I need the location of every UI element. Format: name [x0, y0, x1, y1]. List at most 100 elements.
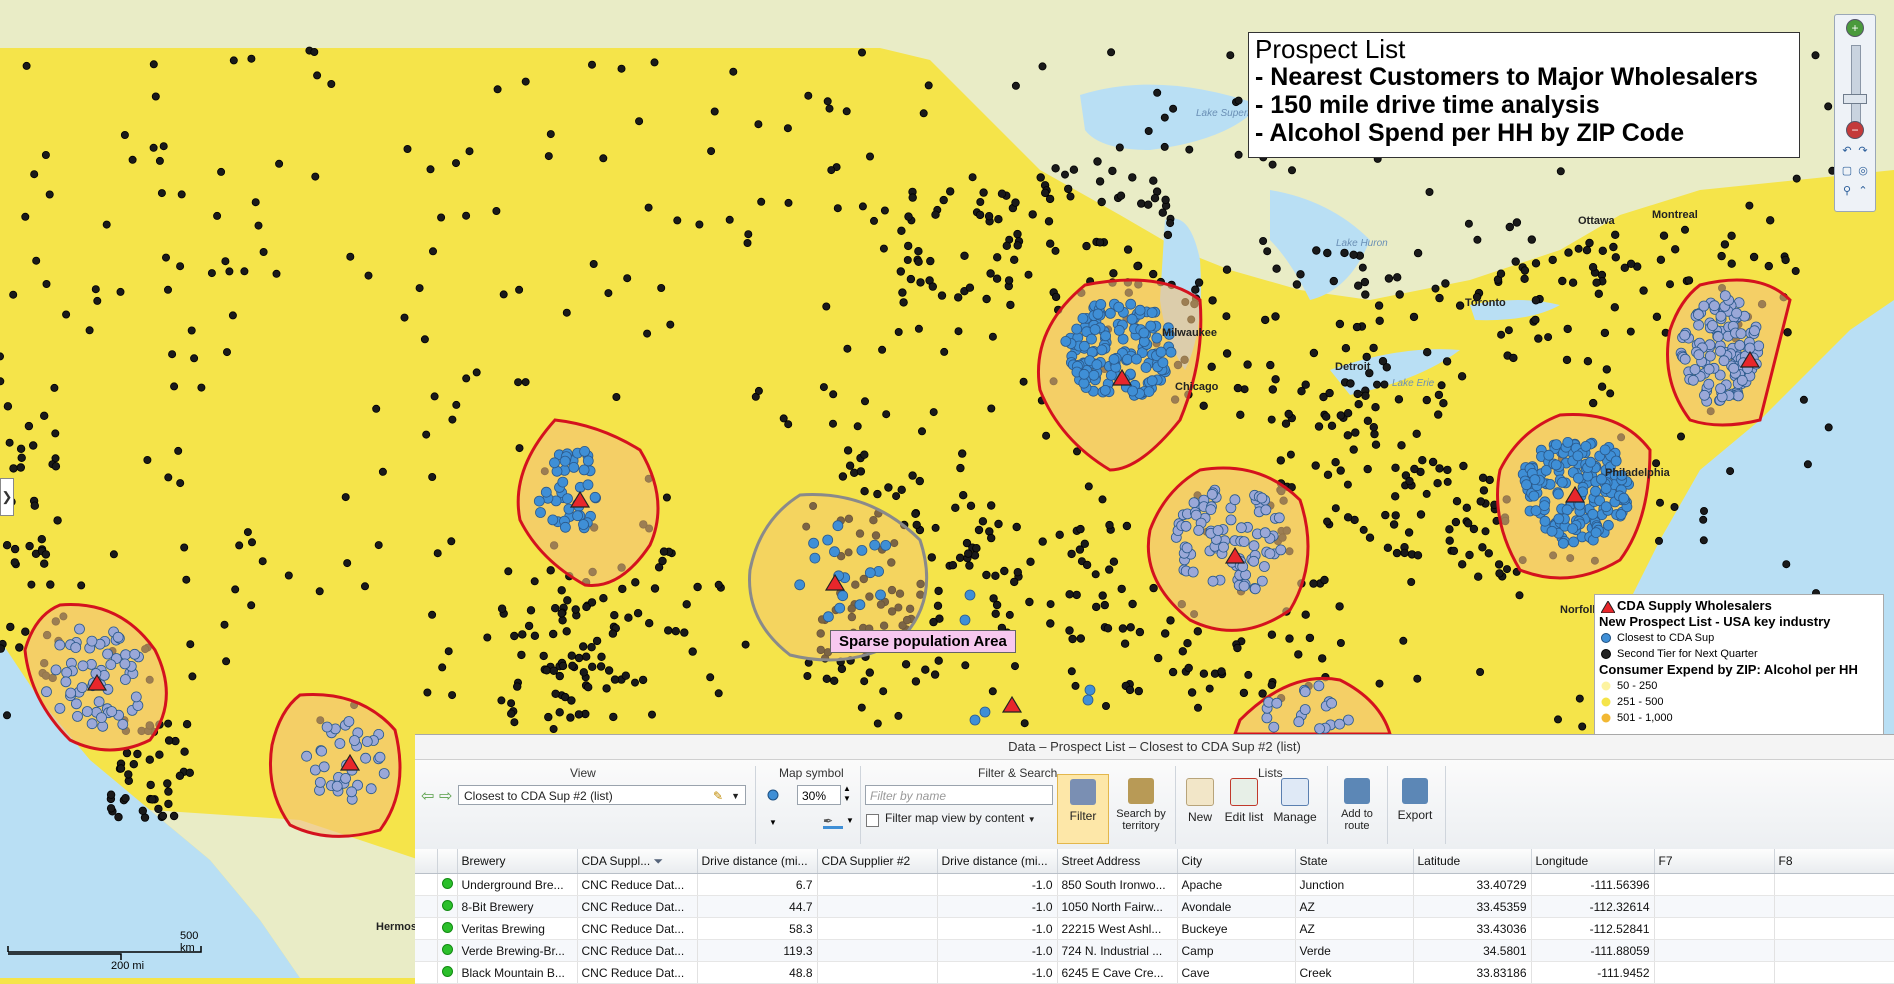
closest-prospect-dot[interactable] [1126, 313, 1138, 325]
prospect-dot[interactable] [706, 673, 715, 682]
prospect-dot[interactable] [929, 408, 938, 417]
prospect-dot[interactable] [1445, 525, 1454, 534]
prospect-dot[interactable] [1592, 278, 1601, 287]
prospect-dot[interactable] [452, 400, 461, 409]
prospect-dot[interactable] [1392, 273, 1402, 282]
closest-prospect-dot[interactable] [1165, 346, 1177, 358]
closest-prospect-dot[interactable] [1313, 680, 1325, 692]
closest-prospect-dot[interactable] [77, 660, 89, 672]
closest-prospect-dot[interactable] [1238, 580, 1250, 592]
prospect-dot[interactable] [1281, 419, 1291, 428]
prospect-dot[interactable] [1351, 428, 1360, 437]
prospect-dot[interactable] [1384, 274, 1394, 283]
prospect-dot[interactable] [908, 471, 917, 480]
prospect-dot[interactable] [993, 253, 1002, 262]
prospect-dot[interactable] [1481, 527, 1490, 536]
prospect-dot[interactable] [106, 804, 116, 813]
closest-prospect-dot[interactable] [316, 745, 328, 757]
prospect-dot[interactable] [1120, 639, 1130, 648]
prospect-dot[interactable] [1353, 389, 1362, 399]
prospect-dot[interactable] [62, 310, 71, 319]
prospect-dot[interactable] [1194, 278, 1204, 287]
prospect-dot[interactable] [1439, 399, 1448, 408]
prospect-dot[interactable] [1091, 602, 1101, 612]
prospect-dot[interactable] [1369, 343, 1378, 353]
filter-map-view-checkbox[interactable] [866, 814, 879, 827]
closest-prospect-dot[interactable] [875, 589, 886, 601]
prospect-dot[interactable] [1656, 498, 1665, 507]
prospect-dot[interactable] [1036, 173, 1045, 182]
table-cell[interactable]: Junction [1295, 873, 1414, 896]
prospect-dot[interactable] [924, 81, 933, 90]
closest-prospect-dot[interactable] [1071, 323, 1083, 335]
prospect-dot[interactable] [948, 561, 958, 570]
prospect-dot[interactable] [1361, 290, 1370, 299]
prospect-dot[interactable] [1443, 465, 1452, 475]
closest-prospect-dot[interactable] [1113, 324, 1125, 336]
closest-prospect-dot[interactable] [112, 631, 124, 643]
edit-list-button[interactable]: Edit list [1220, 774, 1268, 844]
prospect-dot[interactable] [1745, 201, 1754, 210]
prospect-dot[interactable] [1149, 176, 1158, 185]
prospect-dot[interactable] [40, 559, 49, 568]
closest-prospect-dot[interactable] [1567, 523, 1579, 534]
prospect-dot[interactable] [1068, 634, 1077, 644]
table-row[interactable]: Underground Bre... CNC Reduce Dat... 6.7 -1… [415, 873, 1894, 896]
prospect-dot[interactable] [251, 198, 260, 207]
prospect-dot[interactable] [1288, 166, 1297, 175]
prospect-dot[interactable] [882, 410, 891, 419]
closest-prospect-dot[interactable] [1157, 357, 1169, 369]
prospect-dot[interactable] [608, 629, 618, 638]
prospect-dot[interactable] [1168, 667, 1178, 677]
prospect-dot[interactable] [1297, 387, 1306, 396]
prospect-dot[interactable] [159, 142, 168, 151]
table-cell[interactable] [1654, 895, 1775, 918]
prospect-dot[interactable] [994, 519, 1003, 529]
prospect-dot[interactable] [1343, 409, 1353, 418]
prospect-dot[interactable] [1071, 681, 1080, 690]
prospect-dot[interactable] [1781, 255, 1790, 265]
closest-prospect-dot[interactable] [1259, 561, 1270, 572]
closest-prospect-dot[interactable] [880, 540, 892, 551]
prospect-dot[interactable] [1098, 591, 1107, 600]
prospect-dot[interactable] [187, 326, 196, 335]
manage-list-button[interactable]: Manage [1268, 774, 1322, 844]
prospect-dot[interactable] [879, 687, 888, 696]
prospect-dot[interactable] [465, 147, 474, 156]
closest-prospect-dot[interactable] [559, 455, 571, 467]
prospect-dot[interactable] [9, 464, 18, 473]
closest-prospect-dot[interactable] [1326, 697, 1337, 709]
prospect-dot[interactable] [1311, 461, 1320, 470]
prospect-dot[interactable] [1652, 312, 1662, 321]
prospect-dot[interactable] [884, 483, 893, 492]
table-cell[interactable] [1774, 895, 1894, 918]
prospect-dot[interactable] [1382, 363, 1391, 372]
prospect-dot[interactable] [1309, 579, 1318, 588]
prospect-dot[interactable] [688, 647, 697, 656]
closest-prospect-dot[interactable] [1561, 504, 1573, 516]
prospect-dot[interactable] [587, 643, 596, 652]
prospect-dot[interactable] [1606, 389, 1615, 398]
zoom-slider[interactable] [1851, 45, 1861, 129]
closest-prospect-dot[interactable] [533, 495, 545, 507]
closest-prospect-dot[interactable] [557, 476, 569, 488]
prospect-dot[interactable] [1783, 328, 1792, 337]
prospect-dot[interactable] [116, 287, 125, 296]
prospect-dot[interactable] [1207, 362, 1216, 371]
prospect-dot[interactable] [53, 516, 62, 525]
prospect-dot[interactable] [914, 324, 923, 333]
prospect-dot[interactable] [662, 493, 671, 502]
prospect-dot[interactable] [284, 571, 293, 580]
closest-prospect-dot[interactable] [562, 493, 573, 505]
prospect-dot[interactable] [916, 278, 925, 287]
prospect-dot[interactable] [448, 691, 457, 700]
prospect-dot[interactable] [1012, 522, 1021, 532]
prospect-dot[interactable] [217, 167, 226, 176]
prospect-dot[interactable] [961, 661, 970, 670]
expand-panel-tab[interactable]: ❯ [0, 478, 14, 516]
prospect-dot[interactable] [819, 383, 828, 392]
prospect-dot[interactable] [526, 606, 536, 615]
prospect-dot[interactable] [1163, 230, 1173, 240]
prospect-dot[interactable] [1011, 81, 1020, 90]
prospect-dot[interactable] [1236, 410, 1245, 419]
